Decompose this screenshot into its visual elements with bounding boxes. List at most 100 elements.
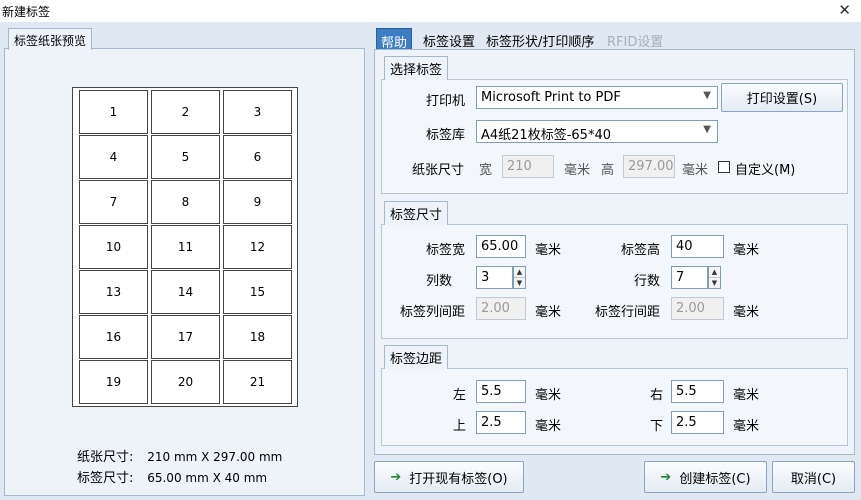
- unit-label: 毫米: [733, 419, 760, 434]
- col-gap-label: 标签列间距: [400, 305, 466, 320]
- label-cell: 3: [223, 90, 292, 134]
- window-title: 新建标签: [2, 5, 51, 19]
- cancel-button[interactable]: 取消(C): [772, 461, 855, 493]
- library-label: 标签库: [426, 128, 466, 143]
- label-cell: 2: [151, 90, 220, 134]
- printer-select[interactable]: Microsoft Print to PDF ▼: [476, 86, 718, 109]
- paper-size-label: 纸张尺寸: [412, 163, 465, 178]
- row-gap-field: 2.00: [671, 297, 724, 320]
- margin-right-field[interactable]: 5.5: [671, 380, 724, 403]
- cols-label: 列数: [426, 274, 453, 289]
- label-cell: 18: [223, 315, 292, 359]
- label-width-field[interactable]: 65.00: [476, 235, 526, 258]
- group-title-margins: 标签边距: [384, 345, 449, 369]
- margin-bottom-field[interactable]: 2.5: [671, 411, 724, 434]
- spin-up-icon[interactable]: ▲: [514, 267, 525, 278]
- label-preview-panel: 1 2 3 4 5 6 7 8 9 10 11 12 13 14 15 16 1…: [4, 48, 365, 496]
- label-size-group: 标签宽 65.00 毫米 标签高 40 毫米 列数 3 ▲ ▼ 行数 7 ▲ ▼…: [381, 224, 848, 339]
- open-existing-label-button[interactable]: ➔ 打开现有标签(O): [374, 461, 524, 493]
- rows-label: 行数: [634, 274, 661, 289]
- spin-down-icon[interactable]: ▼: [709, 278, 720, 289]
- label-cell: 5: [151, 135, 220, 179]
- label-cell: 21: [223, 360, 292, 404]
- unit-label: 毫米: [535, 305, 562, 320]
- custom-size-checkbox[interactable]: [718, 161, 730, 173]
- label-size-info-label: 标签尺寸:: [77, 471, 134, 486]
- label-cell: 7: [79, 180, 148, 224]
- label-cell: 4: [79, 135, 148, 179]
- paper-size-info-label: 纸张尺寸:: [77, 450, 134, 465]
- print-settings-button[interactable]: 打印设置(S): [721, 83, 843, 112]
- label-cell: 19: [79, 360, 148, 404]
- label-cell: 20: [151, 360, 220, 404]
- arrow-right-icon: ➔: [390, 469, 402, 485]
- spin-up-icon[interactable]: ▲: [709, 267, 720, 278]
- paper-height-label: 高: [601, 163, 615, 178]
- margin-bottom-label: 下: [650, 419, 664, 434]
- label-cell: 16: [79, 315, 148, 359]
- chevron-down-icon: ▼: [703, 90, 711, 101]
- rows-field[interactable]: 7: [671, 266, 708, 289]
- custom-size-label[interactable]: 自定义(M): [735, 159, 795, 178]
- tab-rfid: RFID设置: [607, 35, 664, 50]
- settings-panel: 选择标签 打印机 Microsoft Print to PDF ▼ 打印设置(S…: [374, 49, 855, 455]
- unit-label: 毫米: [535, 388, 562, 403]
- create-label-text: 创建标签(C): [679, 471, 751, 487]
- col-gap-field: 2.00: [476, 297, 526, 320]
- paper-sheet: 1 2 3 4 5 6 7 8 9 10 11 12 13 14 15 16 1…: [72, 87, 298, 407]
- unit-label: 毫米: [682, 163, 709, 178]
- label-cell: 9: [223, 180, 292, 224]
- select-label-group: 打印机 Microsoft Print to PDF ▼ 打印设置(S) 标签库…: [381, 79, 848, 194]
- open-existing-label-text: 打开现有标签(O): [409, 471, 508, 487]
- group-title-select-label: 选择标签: [384, 56, 449, 80]
- create-label-button[interactable]: ➔ 创建标签(C): [644, 461, 767, 493]
- tab-label-preview[interactable]: 标签纸张预览: [8, 28, 93, 50]
- unit-label: 毫米: [535, 419, 562, 434]
- paper-height-field: 297.00: [623, 155, 675, 178]
- unit-label: 毫米: [564, 163, 591, 178]
- chevron-down-icon: ▼: [703, 124, 711, 135]
- label-height-label: 标签高: [621, 243, 661, 258]
- label-height-field[interactable]: 40: [671, 235, 724, 258]
- unit-label: 毫米: [733, 388, 760, 403]
- library-select-value: A4纸21枚标签-65*40: [481, 128, 611, 143]
- label-size-info: 标签尺寸: 65.00 mm X 40 mm: [77, 467, 267, 486]
- cols-stepper[interactable]: ▲ ▼: [513, 266, 526, 289]
- row-gap-label: 标签行间距: [595, 305, 661, 320]
- paper-size-info-value: 210 mm X 297.00 mm: [147, 450, 283, 464]
- label-cell: 13: [79, 270, 148, 314]
- unit-label: 毫米: [535, 243, 562, 258]
- close-icon[interactable]: ✕: [838, 1, 851, 19]
- label-width-label: 标签宽: [426, 243, 466, 258]
- unit-label: 毫米: [733, 243, 760, 258]
- arrow-right-icon: ➔: [660, 469, 672, 485]
- label-cell: 12: [223, 225, 292, 269]
- title-bar: 新建标签 ✕: [0, 0, 861, 22]
- label-cell: 14: [151, 270, 220, 314]
- margin-top-field[interactable]: 2.5: [476, 411, 526, 434]
- printer-label: 打印机: [426, 94, 466, 109]
- label-library-select[interactable]: A4纸21枚标签-65*40 ▼: [476, 120, 718, 143]
- tab-shape-order[interactable]: 标签形状/打印顺序: [482, 28, 598, 50]
- label-cell: 15: [223, 270, 292, 314]
- label-cell: 11: [151, 225, 220, 269]
- paper-width-label: 宽: [479, 163, 493, 178]
- margin-top-label: 上: [453, 419, 467, 434]
- cols-field[interactable]: 3: [476, 266, 513, 289]
- unit-label: 毫米: [733, 305, 760, 320]
- spin-down-icon[interactable]: ▼: [514, 278, 525, 289]
- label-cell: 10: [79, 225, 148, 269]
- rows-stepper[interactable]: ▲ ▼: [708, 266, 721, 289]
- label-cell: 1: [79, 90, 148, 134]
- paper-width-field: 210: [502, 155, 554, 178]
- margin-right-label: 右: [650, 388, 664, 403]
- tab-label-settings[interactable]: 标签设置: [419, 28, 479, 50]
- margin-left-field[interactable]: 5.5: [476, 380, 526, 403]
- label-size-info-value: 65.00 mm X 40 mm: [147, 471, 268, 485]
- printer-select-value: Microsoft Print to PDF: [481, 90, 621, 105]
- margin-left-label: 左: [453, 388, 467, 403]
- label-cell: 6: [223, 135, 292, 179]
- label-cell: 17: [151, 315, 220, 359]
- tab-help[interactable]: 帮助: [376, 28, 413, 51]
- paper-size-info: 纸张尺寸: 210 mm X 297.00 mm: [77, 446, 282, 465]
